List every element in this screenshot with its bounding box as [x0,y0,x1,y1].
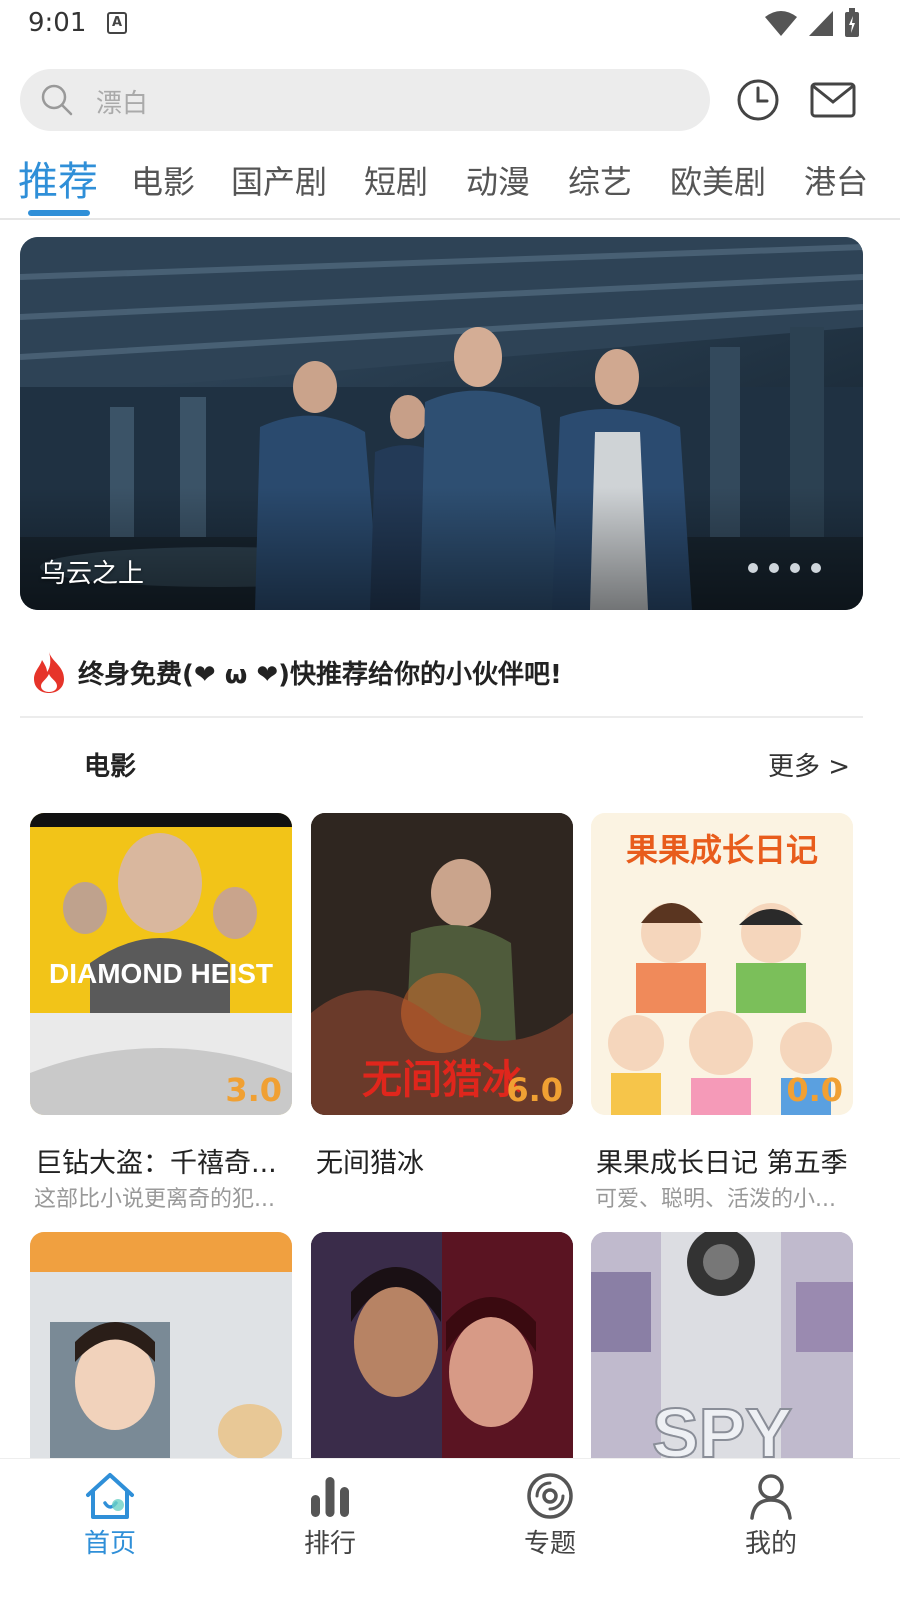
divider [20,716,863,718]
banner-title: 乌云之上 [40,559,145,589]
category-tabs: 推荐 电影 国产剧 短剧 动漫 综艺 欧美剧 港台 [0,150,900,220]
banner-dot[interactable] [790,563,800,573]
home-icon [86,1473,134,1519]
signal-icon [809,11,833,36]
movie-title: 无间猎冰 [316,1148,424,1179]
wifi-icon [765,11,797,36]
nav-topics[interactable]: 专题 [490,1471,610,1560]
tab-anime[interactable]: 动漫 [466,152,530,212]
movie-poster[interactable]: 果果成长日记 0.0 [591,813,853,1115]
rating-score: 0.0 [786,1071,843,1109]
banner-carousel[interactable]: 乌云之上 [20,237,863,610]
ranking-icon [311,1477,349,1517]
tab-variety[interactable]: 综艺 [568,152,632,212]
nav-label: 专题 [523,1529,576,1559]
status-bar: 9:01 A [0,0,900,50]
battery-icon [845,8,859,37]
banner-image [20,237,863,610]
tab-western-drama[interactable]: 欧美剧 [670,152,766,212]
tab-recommend[interactable]: 推荐 [18,152,98,212]
nav-label: 我的 [744,1529,797,1559]
movie-title: 巨钻大盗：千禧奇... [35,1148,277,1179]
search-input[interactable]: 漂白 [20,69,710,131]
tab-indicator [28,210,90,216]
banner-dot[interactable] [811,563,821,573]
mail-icon[interactable] [810,80,856,120]
nav-home[interactable]: 首页 [50,1471,170,1560]
banner-dot[interactable] [769,563,779,573]
status-time: 9:01 [28,8,87,38]
user-icon [750,1474,792,1520]
nav-profile[interactable]: 我的 [711,1471,831,1560]
notification-icon: A [107,12,127,34]
poster-text: 果果成长日记 [626,832,818,868]
movie-poster[interactable]: DIAMOND HEIST 3.0 [30,813,292,1115]
banner-dot[interactable] [748,563,758,573]
promo-notice: 终身免费(❤ ω ❤)快推荐给你的小伙伴吧! [0,640,900,700]
movie-poster[interactable]: 无间猎冰 6.0 [311,813,573,1115]
poster-text: DIAMOND HEIST [49,958,273,989]
rating-score: 3.0 [225,1071,282,1109]
nav-label: 排行 [303,1529,356,1559]
tab-short-drama[interactable]: 短剧 [364,152,428,212]
section-title: 电影 [84,752,137,782]
nav-label: 首页 [83,1529,136,1559]
more-link[interactable]: 更多 > [768,746,850,783]
movie-desc: 这部比小说更离奇的犯... [34,1187,275,1212]
tab-movie[interactable]: 电影 [131,152,195,212]
nav-ranking[interactable]: 排行 [270,1471,390,1560]
movie-desc: 可爱、聪明、活泼的小... [595,1187,836,1212]
history-icon[interactable] [736,78,780,122]
fire-icon [34,652,64,693]
poster-text: 无间猎冰 [362,1058,523,1102]
search-icon [41,84,73,116]
rating-score: 6.0 [506,1071,563,1109]
tab-domestic-drama[interactable]: 国产剧 [231,152,327,212]
bottom-nav: 首页 排行 专题 我的 [0,1458,900,1600]
movie-title: 果果成长日记 第五季 [596,1148,848,1179]
notice-text: 终身免费(❤ ω ❤)快推荐给你的小伙伴吧! [78,660,562,690]
disc-icon [527,1473,573,1519]
status-icons [764,8,860,38]
banner-pagination [748,563,821,573]
search-placeholder: 漂白 [96,89,149,119]
tab-hk-tw[interactable]: 港台 [804,152,868,212]
